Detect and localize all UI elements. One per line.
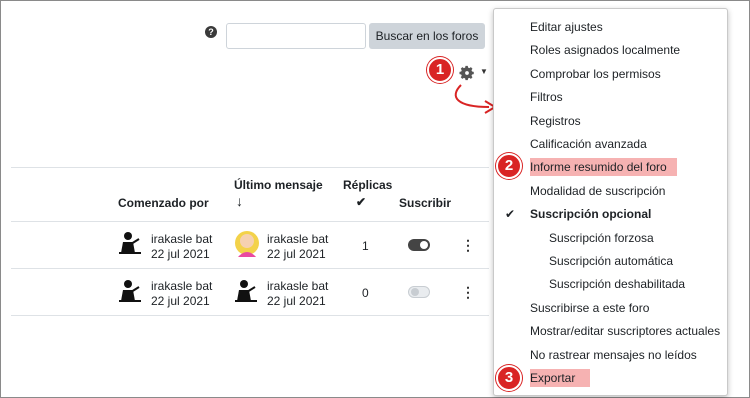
- kebab-icon[interactable]: ⋮: [461, 238, 475, 252]
- divider: [11, 167, 489, 168]
- col-replies[interactable]: Réplicas: [343, 178, 392, 192]
- sort-arrow-icon[interactable]: ↓: [236, 193, 243, 209]
- menu-item-subscribe-forum[interactable]: Suscribirse a este foro: [530, 301, 649, 315]
- divider: [11, 268, 489, 269]
- user-icon: [119, 232, 141, 254]
- menu-item-local-roles[interactable]: Roles asignados localmente: [530, 43, 680, 57]
- menu-item-forum-summary-report[interactable]: Informe resumido del foro: [530, 158, 677, 176]
- divider: [11, 221, 489, 222]
- last-post-date[interactable]: 22 jul 2021: [267, 294, 326, 309]
- author-name[interactable]: irakasle bat: [151, 232, 212, 247]
- last-author-name[interactable]: irakasle bat: [267, 279, 328, 294]
- col-last-post[interactable]: Último mensaje: [234, 178, 323, 192]
- search-input[interactable]: [226, 23, 366, 49]
- menu-item-subscription-disabled[interactable]: Suscripción deshabilitada: [549, 277, 685, 291]
- menu-item-filters[interactable]: Filtros: [530, 90, 563, 104]
- last-author-name[interactable]: irakasle bat: [267, 232, 328, 247]
- check-icon: ✔: [356, 195, 367, 209]
- last-post-date[interactable]: 22 jul 2021: [267, 247, 326, 262]
- menu-item-logs[interactable]: Registros: [530, 114, 581, 128]
- avatar: [235, 231, 259, 257]
- search-button[interactable]: Buscar en los foros: [369, 23, 485, 49]
- subscribe-toggle[interactable]: [408, 286, 430, 298]
- author-date: 22 jul 2021: [151, 294, 210, 308]
- menu-item-show-subscribers[interactable]: Mostrar/editar suscriptores actuales: [530, 324, 720, 338]
- menu-item-export[interactable]: Exportar: [530, 369, 590, 387]
- replies-count[interactable]: 0: [362, 286, 369, 301]
- callout-badge-1: 1: [427, 57, 453, 83]
- callout-badge-2: 2: [496, 153, 522, 179]
- col-started-by[interactable]: Comenzado por: [118, 196, 209, 210]
- help-icon[interactable]: ?: [205, 26, 217, 38]
- menu-item-subscription-mode: Modalidad de suscripción: [530, 184, 666, 198]
- kebab-icon[interactable]: ⋮: [461, 285, 475, 299]
- menu-item-check-permissions[interactable]: Comprobar los permisos: [530, 67, 661, 81]
- col-subscribe: Suscribir: [399, 196, 452, 210]
- menu-item-optional-subscription[interactable]: Suscripción opcional: [530, 207, 651, 221]
- divider: [11, 315, 489, 316]
- menu-item-auto-subscription[interactable]: Suscripción automática: [549, 254, 673, 268]
- chevron-down-icon[interactable]: ▼: [480, 67, 488, 76]
- gear-icon[interactable]: [458, 64, 476, 82]
- subscribe-toggle[interactable]: [408, 239, 430, 251]
- settings-dropdown-menu: Editar ajustes Roles asignados localment…: [493, 8, 728, 396]
- author-date: 22 jul 2021: [151, 247, 210, 261]
- check-icon: ✔: [505, 207, 516, 221]
- user-icon: [235, 280, 257, 302]
- user-icon: [119, 280, 141, 302]
- menu-item-untrack-unread[interactable]: No rastrear mensajes no leídos: [530, 348, 697, 362]
- menu-item-edit-settings[interactable]: Editar ajustes: [530, 20, 603, 34]
- author-name[interactable]: irakasle bat: [151, 279, 212, 294]
- replies-count[interactable]: 1: [362, 239, 369, 254]
- menu-item-advanced-grading[interactable]: Calificación avanzada: [530, 137, 647, 151]
- callout-badge-3: 3: [496, 365, 522, 391]
- menu-item-forced-subscription[interactable]: Suscripción forzosa: [549, 231, 654, 245]
